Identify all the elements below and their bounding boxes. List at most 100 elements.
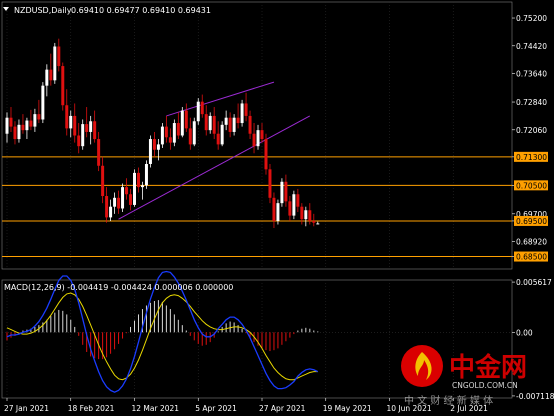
candle-body bbox=[85, 124, 89, 132]
price-tick-label: 0.73640 bbox=[516, 70, 547, 79]
candle-body bbox=[89, 121, 93, 132]
candle-body bbox=[105, 196, 109, 218]
candle-body bbox=[160, 126, 164, 145]
candle-body bbox=[308, 210, 312, 221]
candle-body bbox=[140, 185, 144, 188]
candle-body bbox=[288, 201, 292, 216]
candle-body bbox=[77, 135, 81, 147]
watermark-brand: 中金网 bbox=[449, 352, 527, 383]
candle-body bbox=[208, 115, 212, 131]
candle-body bbox=[152, 139, 156, 150]
candle-body bbox=[93, 121, 97, 140]
candle-body bbox=[256, 130, 260, 147]
candle-body bbox=[125, 187, 129, 195]
chart-canvas: 0.75200 0.74420 0.73640 0.72840 0.72060 0.713… bbox=[0, 0, 554, 416]
macd-title: MACD(12,26,9) -0.004419 -0.004424 0.0000… bbox=[4, 283, 233, 292]
time-tick-label: 5 Apr 2021 bbox=[195, 404, 237, 413]
candle-body bbox=[41, 85, 45, 120]
candle-body bbox=[196, 101, 200, 122]
candle-body bbox=[236, 117, 240, 124]
candle-body bbox=[216, 133, 220, 145]
candle-body bbox=[129, 194, 133, 205]
candle-body bbox=[260, 130, 264, 140]
candle-body bbox=[180, 110, 184, 136]
candle-body bbox=[109, 206, 113, 218]
candle-body bbox=[73, 115, 77, 136]
candle-body bbox=[13, 126, 17, 140]
candle-body bbox=[5, 117, 9, 134]
candle-body bbox=[65, 105, 69, 129]
candle-body bbox=[284, 181, 288, 202]
price-tick-label: 0.75200 bbox=[516, 14, 547, 23]
candle-body bbox=[220, 124, 224, 145]
candle-body bbox=[57, 46, 61, 67]
candle-body bbox=[192, 121, 196, 145]
candle-body bbox=[212, 115, 216, 134]
candle-body bbox=[53, 46, 57, 81]
candle-body bbox=[61, 66, 65, 106]
candle-body bbox=[117, 197, 121, 209]
candle-body bbox=[168, 137, 172, 143]
macd-tick-label: 0.005617 bbox=[516, 278, 552, 287]
candle-body bbox=[176, 123, 180, 136]
candle-body bbox=[17, 124, 21, 140]
price-tick-label: 0.74420 bbox=[516, 42, 547, 51]
candle-body bbox=[224, 117, 228, 125]
candle-body bbox=[312, 220, 316, 223]
time-tick-label: 27 Jan 2021 bbox=[4, 404, 49, 413]
watermark-slogan: 中 文 财 经 新 媒 体 bbox=[404, 394, 493, 407]
candle-body bbox=[172, 123, 176, 143]
candle-body bbox=[248, 115, 252, 134]
candle-body bbox=[316, 223, 320, 225]
watermark-logo-icon bbox=[401, 345, 443, 387]
candle-body bbox=[133, 172, 136, 205]
price-level-tag-label: 0.69500 bbox=[516, 217, 547, 226]
price-level-tag-label: 0.71300 bbox=[516, 153, 547, 162]
candle-body bbox=[244, 103, 248, 116]
ohlc-readout: 0.69410 0.69477 0.69410 0.69431 bbox=[71, 6, 211, 15]
candle-body bbox=[184, 110, 188, 129]
candle-body bbox=[37, 114, 41, 120]
candle-body bbox=[164, 126, 168, 138]
candle-body bbox=[200, 101, 204, 115]
candle-body bbox=[69, 115, 73, 129]
candle-body bbox=[276, 203, 280, 221]
candle-body bbox=[29, 120, 33, 127]
price-tick-label: 0.72060 bbox=[516, 126, 547, 135]
candle-body bbox=[264, 139, 268, 170]
candle-body bbox=[144, 163, 148, 186]
candle-body bbox=[148, 139, 152, 164]
candle-body bbox=[113, 197, 117, 207]
candle-body bbox=[188, 128, 192, 145]
candle-body bbox=[296, 194, 300, 207]
candle-body bbox=[21, 124, 25, 131]
macd-tick-label: 0.00 bbox=[516, 328, 533, 337]
time-tick-label: 12 Mar 2021 bbox=[132, 404, 180, 413]
price-level-tag-label: 0.70500 bbox=[516, 181, 547, 190]
candle-body bbox=[304, 210, 308, 220]
price-tick-label: 0.68920 bbox=[516, 238, 547, 247]
candle-body bbox=[292, 194, 296, 216]
candle-body bbox=[81, 124, 85, 147]
candle-body bbox=[240, 103, 244, 124]
candle-body bbox=[156, 144, 160, 150]
macd-tick-label: -0.007118 bbox=[516, 392, 554, 401]
candle-body bbox=[232, 117, 236, 132]
price-tick-label: 0.72840 bbox=[516, 98, 547, 107]
candle-body bbox=[25, 120, 29, 131]
candle-body bbox=[252, 133, 256, 147]
price-chart-title: NZDUSD,Daily bbox=[14, 6, 72, 15]
price-level-tag-label: 0.68500 bbox=[516, 253, 547, 262]
time-tick-label: 27 Apr 2021 bbox=[259, 404, 306, 413]
watermark-domain: CNGOLD.COM.CN bbox=[452, 381, 518, 390]
candle-body bbox=[97, 139, 101, 166]
candle-body bbox=[268, 169, 272, 198]
candle-body bbox=[45, 69, 49, 86]
candle-body bbox=[49, 69, 53, 81]
candle-body bbox=[33, 114, 37, 127]
candle-body bbox=[204, 114, 208, 131]
candle-body bbox=[136, 172, 140, 188]
candle-body bbox=[9, 117, 13, 127]
candle-body bbox=[272, 197, 276, 221]
candle-body bbox=[228, 117, 232, 132]
